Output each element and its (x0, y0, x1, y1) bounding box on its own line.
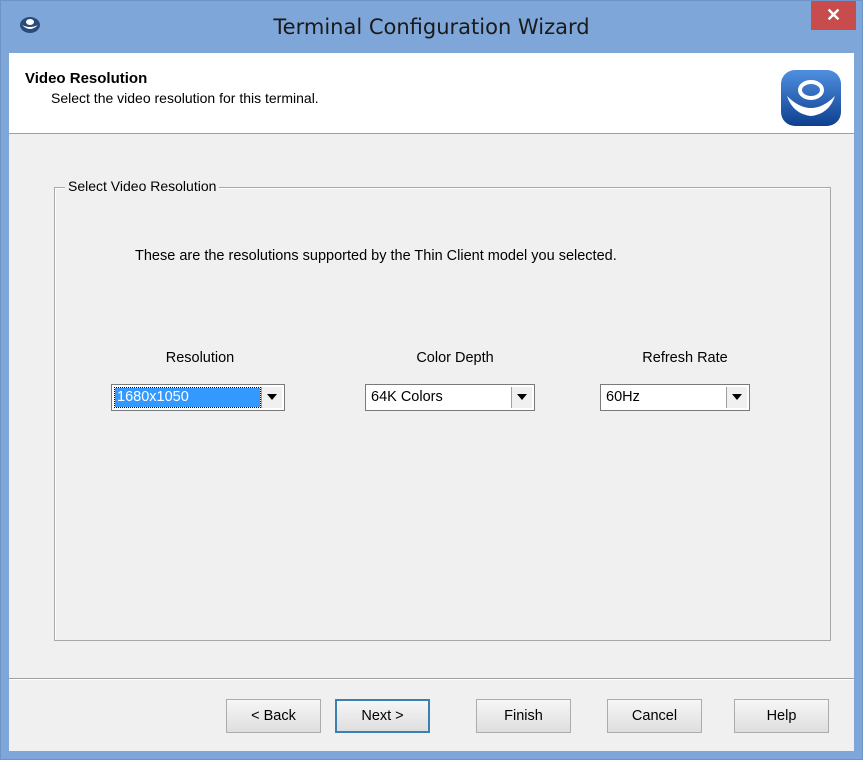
wizard-header: Video Resolution Select the video resolu… (9, 53, 854, 134)
finish-button[interactable]: Finish (476, 699, 571, 733)
resolution-label: Resolution (165, 350, 235, 366)
chevron-down-icon (732, 394, 742, 400)
help-button[interactable]: Help (734, 699, 829, 733)
wizard-client-area: Video Resolution Select the video resolu… (9, 53, 854, 751)
back-button[interactable]: < Back (226, 699, 321, 733)
color-depth-value: 64K Colors (371, 389, 443, 405)
chevron-down-icon (517, 394, 527, 400)
video-resolution-group: Select Video Resolution These are the re… (54, 178, 831, 641)
color-depth-dropdown-button[interactable] (511, 387, 532, 408)
chevron-down-icon (267, 394, 277, 400)
refresh-rate-label: Refresh Rate (642, 350, 728, 366)
page-title: Video Resolution (25, 70, 148, 87)
refresh-rate-value: 60Hz (606, 389, 640, 405)
page-subtitle: Select the video resolution for this ter… (51, 90, 319, 106)
cancel-button[interactable]: Cancel (607, 699, 702, 733)
resolution-value: 1680x1050 (114, 387, 261, 408)
group-description: These are the resolutions supported by t… (135, 248, 617, 264)
refresh-rate-dropdown-button[interactable] (726, 387, 747, 408)
refresh-rate-dropdown[interactable]: 60Hz (600, 384, 750, 411)
next-button[interactable]: Next > (335, 699, 430, 733)
group-legend: Select Video Resolution (65, 178, 220, 194)
close-icon: ✕ (825, 5, 842, 25)
wizard-window: Terminal Configuration Wizard ✕ Video Re… (0, 0, 863, 760)
title-bar[interactable]: Terminal Configuration Wizard ✕ (1, 1, 862, 53)
thintermserver-logo-icon (781, 70, 841, 126)
resolution-dropdown[interactable]: 1680x1050 (111, 384, 285, 411)
footer-divider (9, 678, 854, 680)
close-button[interactable]: ✕ (811, 1, 856, 30)
resolution-dropdown-button[interactable] (261, 387, 282, 408)
window-title: Terminal Configuration Wizard (273, 15, 590, 39)
color-depth-label: Color Depth (416, 350, 494, 366)
color-depth-dropdown[interactable]: 64K Colors (365, 384, 535, 411)
